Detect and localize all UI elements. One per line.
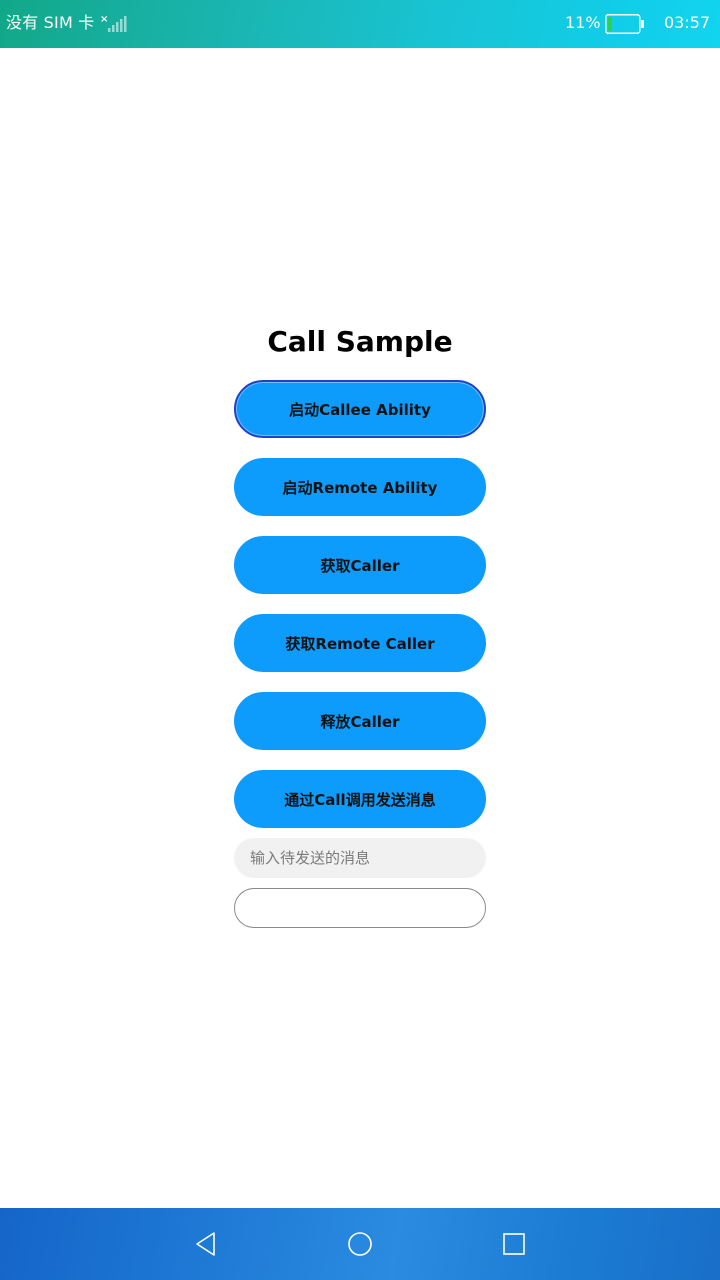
send-message-via-call-button[interactable]: 通过Call调用发送消息 <box>234 770 486 828</box>
back-icon[interactable] <box>188 1226 224 1262</box>
start-callee-ability-button[interactable]: 启动Callee Ability <box>234 380 486 438</box>
get-caller-button[interactable]: 获取Caller <box>234 536 486 594</box>
status-bar: 没有 SIM 卡 × 11% 03:57 <box>0 0 720 48</box>
no-sim-signal-icon: × <box>100 13 128 33</box>
battery-icon <box>605 14 645 34</box>
main-content: Call Sample 启动Callee Ability 启动Remote Ab… <box>0 48 720 1208</box>
result-display <box>234 888 486 928</box>
navigation-bar <box>0 1208 720 1280</box>
carrier-label: 没有 SIM 卡 <box>6 13 95 32</box>
svg-text:×: × <box>100 14 108 25</box>
start-remote-ability-button[interactable]: 启动Remote Ability <box>234 458 486 516</box>
release-caller-button[interactable]: 释放Caller <box>234 692 486 750</box>
recents-icon[interactable] <box>496 1226 532 1262</box>
battery-percent: 11% <box>565 13 601 32</box>
get-remote-caller-button[interactable]: 获取Remote Caller <box>234 614 486 672</box>
message-input[interactable] <box>234 838 486 878</box>
clock: 03:57 <box>664 13 711 32</box>
home-icon[interactable] <box>342 1226 378 1262</box>
page-title: Call Sample <box>267 325 453 358</box>
